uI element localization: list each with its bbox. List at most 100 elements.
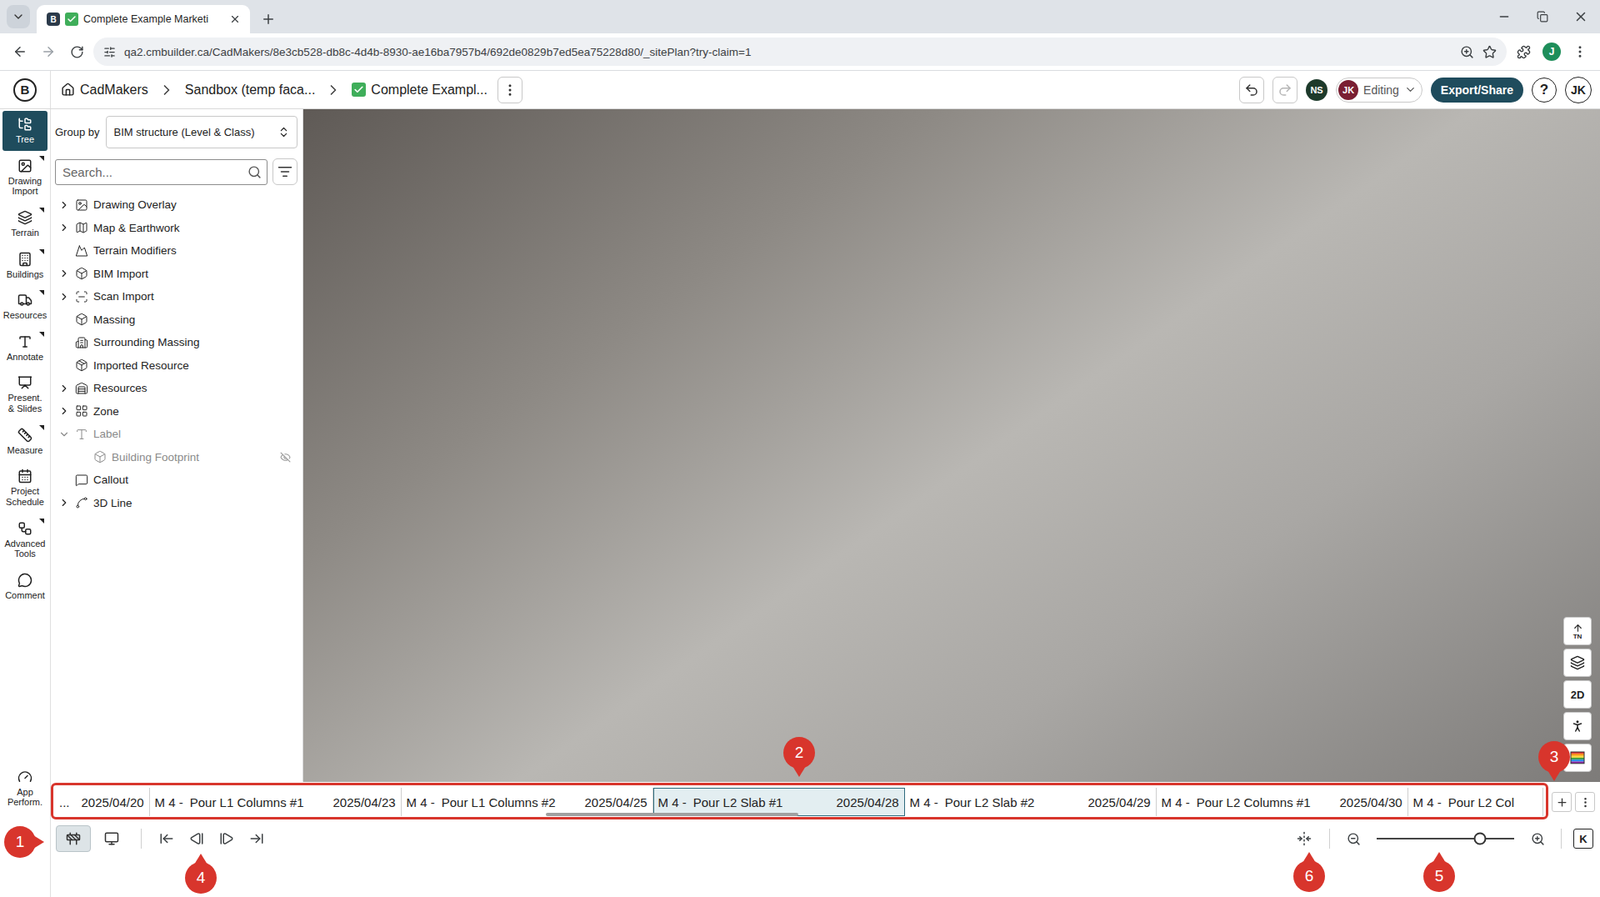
first-step-button[interactable]: [153, 825, 180, 852]
tree-item[interactable]: Surrounding Massing: [55, 330, 298, 355]
extensions-button[interactable]: [1511, 40, 1535, 64]
tree-item[interactable]: 3D Line: [55, 491, 298, 515]
expander[interactable]: [58, 496, 70, 509]
timeline-segment[interactable]: M 4 -Pour L2 Slab #22025/04/29: [905, 787, 1157, 816]
account-button[interactable]: JK: [1565, 76, 1592, 104]
mode-tool-button[interactable]: 2D: [1563, 680, 1592, 709]
reload-button[interactable]: [65, 40, 89, 64]
mode-dropdown[interactable]: JKEditing: [1335, 77, 1423, 103]
timeline-scrollbar[interactable]: [545, 812, 800, 816]
browser-tab[interactable]: BComplete Example Marketi: [36, 5, 250, 34]
expander[interactable]: [58, 405, 70, 417]
redo-button[interactable]: [1272, 76, 1298, 104]
tree-item[interactable]: Scan Import: [55, 285, 298, 309]
chevron-down-icon: [11, 10, 25, 24]
profile-button[interactable]: J: [1540, 40, 1564, 64]
next-step-button[interactable]: [213, 825, 240, 852]
browser-menu-button[interactable]: [1568, 40, 1592, 64]
rail-item[interactable]: Resources: [2, 286, 48, 327]
close-window-button[interactable]: [1561, 0, 1600, 34]
rail-item[interactable]: Buildings: [2, 245, 48, 286]
keyframe-button[interactable]: K: [1573, 828, 1594, 849]
zoom-out-button[interactable]: [1341, 826, 1365, 850]
tree-item[interactable]: Building Footprint: [55, 445, 298, 470]
layers-tool-button[interactable]: [1563, 648, 1592, 677]
tree-item[interactable]: Terrain Modifiers: [55, 239, 298, 263]
url-field[interactable]: qa2.cmbuilder.ca/CadMakers/8e3cb528-db8c…: [93, 37, 1507, 66]
filter-button[interactable]: [272, 158, 298, 185]
more-vertical-icon: [1579, 795, 1592, 809]
expander[interactable]: [58, 382, 70, 395]
layer-type-icon: [93, 450, 107, 464]
tree-item[interactable]: BIM Import: [55, 262, 298, 286]
add-segment-button[interactable]: [1551, 791, 1572, 812]
breadcrumb-item[interactable]: CadMakers: [60, 82, 149, 98]
rail-item[interactable]: Project Schedule: [2, 462, 48, 513]
last-step-button[interactable]: [243, 825, 270, 852]
visibility-toggle[interactable]: [280, 451, 291, 463]
rail-item[interactable]: Terrain: [2, 204, 48, 245]
rail-item[interactable]: Tree: [2, 110, 48, 151]
zoom-in-button[interactable]: [1525, 826, 1550, 850]
site-3d-view[interactable]: TN 2D: [303, 109, 1600, 782]
restore-button[interactable]: [1523, 0, 1562, 34]
project-menu-button[interactable]: [497, 76, 523, 104]
rail-tool-icon: [17, 375, 33, 390]
expander[interactable]: [58, 290, 70, 303]
rail-item[interactable]: Present. & Slides: [2, 369, 48, 420]
group-by-row: Group byBIM structure (Level & Class): [55, 115, 298, 149]
rail-item[interactable]: Comment: [2, 566, 48, 607]
timeline-menu-button[interactable]: [1575, 791, 1595, 812]
app-logo[interactable]: B: [13, 78, 37, 102]
chevron-down-icon: [1404, 83, 1417, 96]
timeline-segment[interactable]: M 4 -Pour L1 Columns #22025/04/25: [401, 787, 654, 816]
export-share-button[interactable]: Export/Share: [1430, 77, 1524, 103]
forward-button[interactable]: [36, 40, 60, 64]
tree-item[interactable]: Map & Earthwork: [55, 216, 298, 240]
group-by-select[interactable]: BIM structure (Level & Class): [105, 115, 298, 149]
collaborator-avatar[interactable]: NS: [1305, 79, 1328, 101]
tree-item[interactable]: Massing: [55, 308, 298, 332]
zoom-slider[interactable]: [1376, 837, 1515, 840]
zoom-slider-thumb[interactable]: [1473, 832, 1486, 845]
timeline-segment[interactable]: M 4 -Pour L1 Columns #12025/04/23: [150, 787, 402, 816]
tree-item[interactable]: Label: [55, 422, 298, 446]
north-tool-button[interactable]: TN: [1563, 616, 1592, 645]
timeline-segment[interactable]: M 4 -Pour L2 Slab #12025/04/28: [653, 787, 905, 816]
help-button[interactable]: ?: [1531, 77, 1557, 103]
fit-timeline-button[interactable]: [1290, 825, 1318, 852]
slides-mode-button[interactable]: [94, 825, 130, 852]
palette-tool-button[interactable]: [1563, 743, 1592, 772]
search-input[interactable]: [60, 164, 248, 180]
timeline-segment[interactable]: ...2025/04/20: [54, 787, 150, 816]
site-mode-button[interactable]: [55, 825, 91, 852]
expander[interactable]: [58, 199, 70, 211]
tree-item[interactable]: Zone: [55, 400, 298, 424]
expander[interactable]: [58, 267, 70, 280]
rail-item[interactable]: Annotate: [2, 328, 48, 369]
walk-tool-button[interactable]: [1563, 711, 1592, 740]
expander[interactable]: [58, 221, 70, 234]
previous-step-button[interactable]: [183, 825, 210, 852]
minimize-button[interactable]: [1485, 0, 1524, 34]
breadcrumb-item[interactable]: Complete Exampl...: [351, 82, 488, 98]
new-tab-button[interactable]: [256, 5, 280, 34]
tree-item[interactable]: Drawing Overlay: [55, 193, 298, 217]
expander[interactable]: [58, 428, 70, 440]
undo-button[interactable]: [1239, 76, 1265, 104]
tab-close-button[interactable]: [226, 10, 244, 28]
color-palette-icon: [1570, 750, 1585, 765]
back-button[interactable]: [8, 40, 32, 64]
tree-item[interactable]: Resources: [55, 376, 298, 400]
rail-item[interactable]: App Perform.: [2, 763, 48, 814]
rail-item[interactable]: Drawing Import: [2, 152, 48, 203]
timeline-segment[interactable]: M 4 -Pour L2 Columns #12025/04/30: [1156, 787, 1409, 816]
tree-item[interactable]: Callout: [55, 468, 298, 492]
tree-item[interactable]: Imported Resource: [55, 354, 298, 378]
divider: [1560, 828, 1562, 849]
tab-search-button[interactable]: [6, 5, 30, 29]
breadcrumb-item[interactable]: Sandbox (temp faca...: [185, 82, 316, 98]
rail-item[interactable]: Advanced Tools: [2, 515, 48, 565]
timeline-segment[interactable]: M 4 -Pour L2 Col: [1408, 787, 1544, 816]
rail-item[interactable]: Measure: [2, 421, 48, 462]
